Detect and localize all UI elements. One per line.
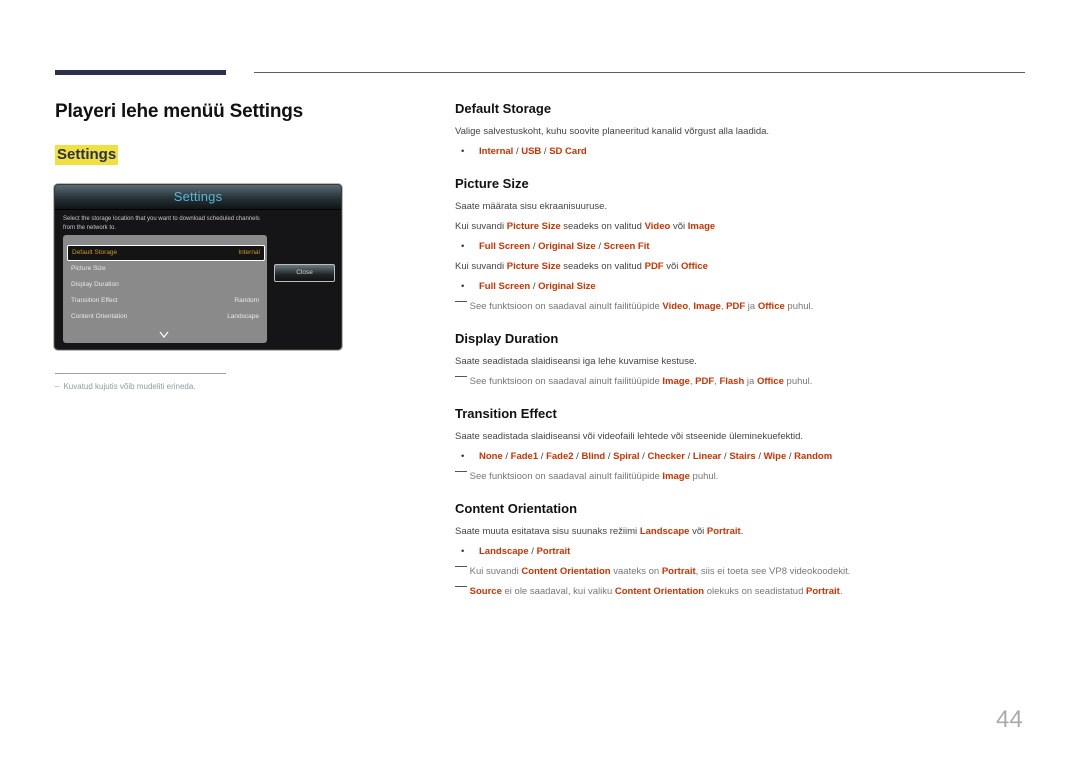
dialog-item-value: Internal xyxy=(238,249,260,256)
heading-picture-size: Picture Size xyxy=(455,176,529,191)
heading-content-orientation: Content Orientation xyxy=(455,501,578,516)
condition-picture-size-2: Kui suvandi Picture Size seadeks on vali… xyxy=(455,261,708,272)
text-display-duration: Saate seadistada slaidiseansi iga lehe k… xyxy=(455,356,697,367)
bullet: • xyxy=(461,281,465,292)
options-picture-size-1: • Full Screen / Original Size / Screen Fi… xyxy=(461,241,650,252)
heading-display-duration: Display Duration xyxy=(455,331,559,346)
condition-picture-size-1: Kui suvandi Picture Size seadeks on vali… xyxy=(455,221,716,232)
dialog-menu-list: Default Storage Internal Picture Size Di… xyxy=(63,235,267,343)
dialog-item-display-duration[interactable]: Display Duration xyxy=(67,278,263,292)
note-display-duration: See funktsioon on saadaval ainult failit… xyxy=(455,376,812,387)
note-content-orientation-2: Source ei ole saadaval, kui valiku Conte… xyxy=(455,586,842,597)
bullet: • xyxy=(461,451,465,462)
note-content-orientation-1: Kui suvandi Content Orientation vaateks … xyxy=(455,566,850,577)
dialog-item-label: Transition Effect xyxy=(71,297,118,304)
dialog-description: Select the storage location that you wan… xyxy=(63,216,260,231)
dialog-item-value: Landscape xyxy=(227,313,259,320)
options-picture-size-2: • Full Screen / Original Size xyxy=(461,281,596,292)
options-content-orientation: • Landscape / Portrait xyxy=(461,546,571,557)
text-transition-effect: Saate seadistada slaidiseansi või videof… xyxy=(455,431,804,442)
footnote-text: Kuvatud kujutis võib mudeliti erineda. xyxy=(63,382,196,391)
footnote-rule xyxy=(55,373,226,374)
options-transition-effect: • None / Fade1 / Fade2 / Blind / Spiral /… xyxy=(461,451,833,462)
bullet: • xyxy=(461,546,465,557)
section-tag: Settings xyxy=(55,145,119,165)
header-rule xyxy=(254,72,1025,73)
footnote: – Kuvatud kujutis võib mudeliti erineda. xyxy=(55,382,196,391)
note-dash xyxy=(455,471,467,472)
settings-dialog-screenshot: Settings Select the storage location tha… xyxy=(54,184,342,350)
dialog-item-label: Display Duration xyxy=(71,281,119,288)
footnote-dash: – xyxy=(55,382,60,391)
option: Internal xyxy=(479,146,514,157)
text-default-storage: Valige salvestuskoht, kuhu soovite plane… xyxy=(455,126,770,137)
option: SD Card xyxy=(549,146,587,157)
note-dash xyxy=(455,301,467,302)
text-picture-size: Saate määrata sisu ekraanisuuruse. xyxy=(455,201,608,212)
dialog-item-picture-size[interactable]: Picture Size xyxy=(67,262,263,276)
note-dash xyxy=(455,376,467,377)
dialog-item-transition-effect[interactable]: Transition Effect Random xyxy=(67,294,263,308)
text-content-orientation: Saate muuta esitatava sisu suunaks režii… xyxy=(455,526,744,537)
page-title: Playeri lehe menüü Settings xyxy=(55,101,304,122)
dialog-item-default-storage[interactable]: Default Storage Internal xyxy=(67,245,265,261)
chevron-down-icon[interactable] xyxy=(159,331,169,341)
dialog-item-label: Content Orientation xyxy=(71,313,128,320)
bullet: • xyxy=(461,146,465,157)
bullet: • xyxy=(461,241,465,252)
note-picture-size: See funktsioon on saadaval ainult failit… xyxy=(455,301,813,312)
dialog-item-content-orientation[interactable]: Content Orientation Landscape xyxy=(67,310,263,324)
note-dash xyxy=(455,586,467,587)
option: USB xyxy=(521,146,542,157)
note-dash xyxy=(455,566,467,567)
heading-default-storage: Default Storage xyxy=(455,101,552,116)
dialog-item-value: Random xyxy=(234,297,259,304)
close-button[interactable]: Close xyxy=(274,264,335,282)
dialog-title: Settings xyxy=(55,185,341,210)
header-accent-bar xyxy=(55,70,226,75)
page-number: 44 xyxy=(996,706,1023,733)
heading-transition-effect: Transition Effect xyxy=(455,406,557,421)
dialog-item-label: Picture Size xyxy=(71,265,106,272)
options-default-storage: • Internal / USB / SD Card xyxy=(461,146,587,157)
dialog-item-label: Default Storage xyxy=(72,249,118,256)
note-transition-effect: See funktsioon on saadaval ainult failit… xyxy=(455,471,718,482)
